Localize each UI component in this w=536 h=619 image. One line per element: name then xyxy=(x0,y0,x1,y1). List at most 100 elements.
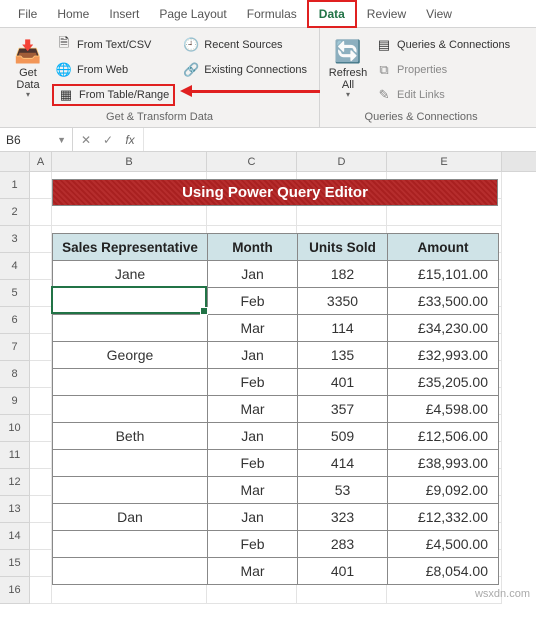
row-header-7[interactable]: 7 xyxy=(0,334,30,361)
cell-A9[interactable] xyxy=(30,388,52,415)
cell-A14[interactable] xyxy=(30,523,52,550)
cell-amount[interactable]: £38,993.00 xyxy=(388,450,499,477)
cell-amount[interactable]: £33,500.00 xyxy=(388,288,499,315)
row-header-2[interactable]: 2 xyxy=(0,199,30,226)
cell-units[interactable]: 53 xyxy=(298,477,388,504)
cell-A4[interactable] xyxy=(30,253,52,280)
from-table-range-button[interactable]: ▦ From Table/Range xyxy=(52,84,175,106)
row-header-12[interactable]: 12 xyxy=(0,469,30,496)
cell-units[interactable]: 283 xyxy=(298,531,388,558)
cell-month[interactable]: Jan xyxy=(208,261,298,288)
cell-units[interactable]: 509 xyxy=(298,423,388,450)
edit-links-button[interactable]: ✎ Edit Links xyxy=(372,84,514,106)
col-header-C[interactable]: C xyxy=(207,152,297,171)
refresh-all-button[interactable]: 🔄 Refresh All xyxy=(326,32,370,108)
cell-A5[interactable] xyxy=(30,280,52,307)
cell-rep[interactable] xyxy=(53,531,208,558)
row-header-8[interactable]: 8 xyxy=(0,361,30,388)
col-header-E[interactable]: E xyxy=(387,152,502,171)
worksheet-grid[interactable]: A B C D E 12345678910111213141516 Using … xyxy=(0,152,536,604)
from-web-button[interactable]: 🌐 From Web xyxy=(52,59,175,81)
cell-A7[interactable] xyxy=(30,334,52,361)
row-header-13[interactable]: 13 xyxy=(0,496,30,523)
cell-amount[interactable]: £34,230.00 xyxy=(388,315,499,342)
row-header-16[interactable]: 16 xyxy=(0,577,30,604)
cell-A11[interactable] xyxy=(30,442,52,469)
tab-home[interactable]: Home xyxy=(47,0,99,28)
cell-amount[interactable]: £8,054.00 xyxy=(388,558,499,585)
enter-formula-icon[interactable]: ✓ xyxy=(97,133,119,147)
tab-pagelayout[interactable]: Page Layout xyxy=(149,0,236,28)
get-data-button[interactable]: 📥 Get Data xyxy=(6,32,50,108)
tab-data[interactable]: Data xyxy=(307,0,357,28)
cell-A10[interactable] xyxy=(30,415,52,442)
cell-rep[interactable] xyxy=(53,288,208,315)
row-header-4[interactable]: 4 xyxy=(0,253,30,280)
cell-A2[interactable] xyxy=(30,199,52,226)
cell-amount[interactable]: £15,101.00 xyxy=(388,261,499,288)
cell-rep[interactable] xyxy=(53,450,208,477)
cell-rep[interactable]: George xyxy=(53,342,208,369)
cell-amount[interactable]: £32,993.00 xyxy=(388,342,499,369)
cell-month[interactable]: Mar xyxy=(208,396,298,423)
tab-file[interactable]: File xyxy=(8,0,47,28)
name-box[interactable]: B6 ▼ xyxy=(0,128,73,151)
cell-rep[interactable] xyxy=(53,396,208,423)
cell-month[interactable]: Mar xyxy=(208,477,298,504)
cell-rep[interactable]: Jane xyxy=(53,261,208,288)
properties-button[interactable]: ⧉ Properties xyxy=(372,59,514,81)
row-header-6[interactable]: 6 xyxy=(0,307,30,334)
cell-rep[interactable] xyxy=(53,369,208,396)
cell-month[interactable]: Mar xyxy=(208,558,298,585)
fx-icon[interactable]: fx xyxy=(119,133,141,147)
tab-insert[interactable]: Insert xyxy=(99,0,149,28)
row-header-11[interactable]: 11 xyxy=(0,442,30,469)
cell-units[interactable]: 323 xyxy=(298,504,388,531)
cell-amount[interactable]: £12,506.00 xyxy=(388,423,499,450)
cell-A1[interactable] xyxy=(30,172,52,199)
cell-units[interactable]: 401 xyxy=(298,558,388,585)
cell-rep[interactable]: Dan xyxy=(53,504,208,531)
cell-A13[interactable] xyxy=(30,496,52,523)
recent-sources-button[interactable]: 🕘 Recent Sources xyxy=(179,34,311,56)
row-header-10[interactable]: 10 xyxy=(0,415,30,442)
cell-units[interactable]: 357 xyxy=(298,396,388,423)
cell-A6[interactable] xyxy=(30,307,52,334)
row-header-1[interactable]: 1 xyxy=(0,172,30,199)
col-header-D[interactable]: D xyxy=(297,152,387,171)
cell-month[interactable]: Mar xyxy=(208,315,298,342)
tab-formulas[interactable]: Formulas xyxy=(237,0,307,28)
cell-A8[interactable] xyxy=(30,361,52,388)
cell-month[interactable]: Feb xyxy=(208,369,298,396)
name-box-dropdown-icon[interactable]: ▼ xyxy=(57,135,66,145)
row-header-3[interactable]: 3 xyxy=(0,226,30,253)
cancel-formula-icon[interactable]: ✕ xyxy=(75,133,97,147)
row-header-9[interactable]: 9 xyxy=(0,388,30,415)
cell-amount[interactable]: £4,598.00 xyxy=(388,396,499,423)
cell-units[interactable]: 114 xyxy=(298,315,388,342)
tab-review[interactable]: Review xyxy=(357,0,416,28)
cell-rep[interactable]: Beth xyxy=(53,423,208,450)
cell-rep[interactable] xyxy=(53,315,208,342)
cell-units[interactable]: 3350 xyxy=(298,288,388,315)
col-header-A[interactable]: A xyxy=(30,152,52,171)
col-header-B[interactable]: B xyxy=(52,152,207,171)
cell-amount[interactable]: £9,092.00 xyxy=(388,477,499,504)
row-header-5[interactable]: 5 xyxy=(0,280,30,307)
from-text-csv-button[interactable]: 🗎 From Text/CSV xyxy=(52,34,175,56)
cell-amount[interactable]: £12,332.00 xyxy=(388,504,499,531)
cell-month[interactable]: Feb xyxy=(208,450,298,477)
cell-amount[interactable]: £4,500.00 xyxy=(388,531,499,558)
existing-connections-button[interactable]: 🔗 Existing Connections xyxy=(179,59,311,81)
cell-A3[interactable] xyxy=(30,226,52,253)
cell-units[interactable]: 401 xyxy=(298,369,388,396)
select-all-corner[interactable] xyxy=(0,152,30,171)
row-header-14[interactable]: 14 xyxy=(0,523,30,550)
cell-A16[interactable] xyxy=(30,577,52,604)
cell-amount[interactable]: £35,205.00 xyxy=(388,369,499,396)
cell-rep[interactable] xyxy=(53,558,208,585)
cell-units[interactable]: 135 xyxy=(298,342,388,369)
row-header-15[interactable]: 15 xyxy=(0,550,30,577)
cell-units[interactable]: 414 xyxy=(298,450,388,477)
queries-connections-button[interactable]: ▤ Queries & Connections xyxy=(372,34,514,56)
